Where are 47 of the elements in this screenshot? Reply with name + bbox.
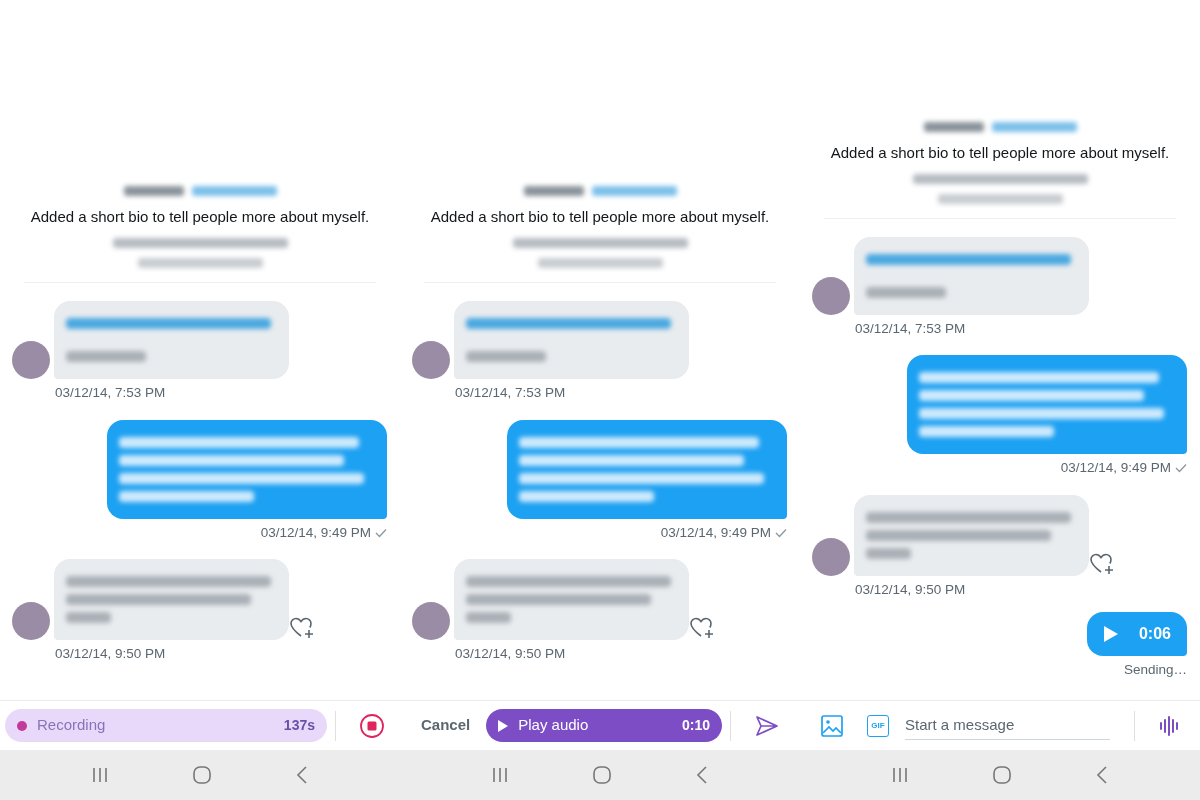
recent-apps-icon[interactable] xyxy=(892,767,909,783)
play-icon xyxy=(498,719,509,732)
heart-plus-icon[interactable] xyxy=(689,615,715,640)
cancel-button[interactable]: Cancel xyxy=(421,714,471,737)
message-timestamp: 03/12/14, 9:50 PM xyxy=(54,644,167,663)
recording-duration: 137s xyxy=(283,716,315,735)
blurred-name xyxy=(923,121,984,132)
back-icon[interactable] xyxy=(295,766,308,784)
home-icon[interactable] xyxy=(593,766,611,784)
profile-bio: Added a short bio to tell people more about myself. xyxy=(30,206,370,227)
gif-button[interactable]: GIF xyxy=(867,714,889,737)
avatar xyxy=(412,341,450,380)
home-icon[interactable] xyxy=(993,766,1011,784)
avatar xyxy=(12,341,50,380)
heart-plus-icon[interactable] xyxy=(289,615,315,640)
avatar xyxy=(12,601,50,640)
message-timestamp: 03/12/14, 9:50 PM xyxy=(454,644,567,663)
avatar xyxy=(412,601,450,640)
image-icon[interactable] xyxy=(821,714,843,737)
back-icon[interactable] xyxy=(695,766,708,784)
message-timestamp: 03/12/14, 9:50 PM xyxy=(854,580,967,599)
recent-apps-icon[interactable] xyxy=(92,767,109,783)
avatar xyxy=(812,537,850,576)
recent-apps-icon[interactable] xyxy=(492,767,509,783)
profile-bio: Added a short bio to tell people more about myself. xyxy=(830,142,1170,163)
voice-message[interactable]: 0:06 xyxy=(1087,611,1187,656)
avatar xyxy=(812,277,850,315)
voice-waveform-icon[interactable] xyxy=(1159,715,1179,736)
record-dot-icon xyxy=(17,720,27,731)
message-timestamp: 03/12/14, 7:53 PM xyxy=(54,384,167,403)
back-icon[interactable] xyxy=(1095,766,1108,784)
recording-label: Recording xyxy=(37,715,107,736)
message-timestamp: 03/12/14, 7:53 PM xyxy=(454,384,567,403)
blurred-name xyxy=(123,185,184,196)
blurred-name xyxy=(523,185,584,196)
message-timestamp: 03/12/14, 9:49 PM xyxy=(1060,459,1171,478)
play-icon xyxy=(1103,624,1119,643)
profile-bio: Added a short bio to tell people more about myself. xyxy=(430,206,770,227)
stop-icon[interactable] xyxy=(360,713,384,738)
message-timestamp: 03/12/14, 7:53 PM xyxy=(854,320,967,338)
send-icon[interactable] xyxy=(755,714,779,737)
message-timestamp: 03/12/14, 9:49 PM xyxy=(260,523,371,542)
play-audio-button[interactable]: Play audio 0:10 xyxy=(486,709,722,742)
home-icon[interactable] xyxy=(193,766,211,784)
message-timestamp: 03/12/14, 9:49 PM xyxy=(660,523,771,542)
sending-status: Sending… xyxy=(1122,660,1188,679)
heart-plus-icon[interactable] xyxy=(1089,551,1115,576)
